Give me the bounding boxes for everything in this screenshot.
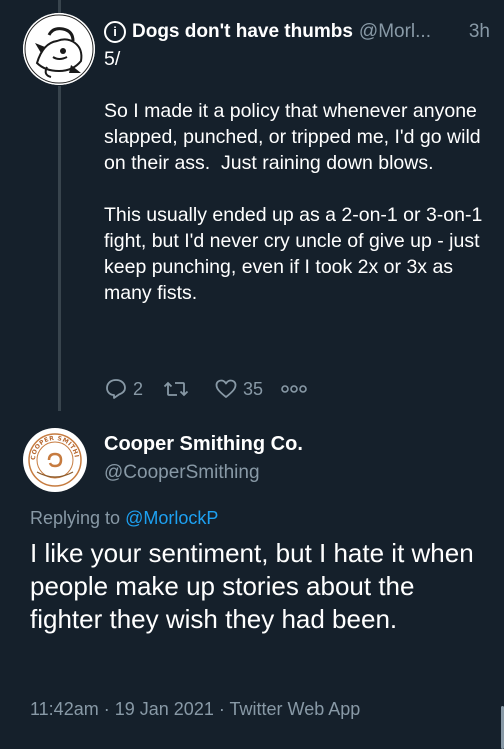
separator: · <box>218 699 225 719</box>
tweet-timestamp[interactable]: 11:42am <box>30 699 99 719</box>
reply-author-name[interactable]: Cooper Smithing Co. <box>104 433 303 456</box>
reply-text: I like your sentiment, but I hate it whe… <box>30 538 474 634</box>
retweet-button[interactable] <box>163 377 194 401</box>
replying-prefix: Replying to <box>30 508 121 528</box>
author-handle[interactable]: @Morl... <box>359 20 431 44</box>
like-button[interactable]: 35 <box>214 377 263 401</box>
more-icon <box>281 385 307 393</box>
tweet-source[interactable]: Twitter Web App <box>230 699 361 719</box>
retweet-icon <box>163 381 189 397</box>
reply-icon <box>106 379 126 399</box>
thread-line <box>58 0 61 14</box>
replying-to: Replying to @MorlockP <box>30 508 218 529</box>
reply-count: 2 <box>133 378 144 399</box>
avatar-dog-illustration <box>23 13 95 85</box>
thread-line <box>58 86 61 411</box>
tweet-text: 5/ So I made it a policy that whenever a… <box>104 48 483 304</box>
like-count: 35 <box>243 378 264 399</box>
reply-author-handle[interactable]: @CooperSmithing <box>104 462 260 484</box>
avatar[interactable]: COOPER SMITHING CO <box>23 428 87 492</box>
cooper-smithing-logo-icon: COOPER SMITHING CO <box>23 428 85 490</box>
avatar[interactable] <box>23 13 95 85</box>
separator: · <box>103 699 110 719</box>
heart-icon <box>215 379 237 398</box>
tweet-date[interactable]: 19 Jan 2021 <box>115 699 214 719</box>
mention-link[interactable]: @MorlockP <box>125 508 218 528</box>
tweet-metadata: 11:42am · 19 Jan 2021 · Twitter Web App <box>30 699 360 720</box>
tweet-time[interactable]: 3h <box>469 20 490 44</box>
info-icon: i <box>104 21 126 43</box>
reply-button[interactable]: 2 <box>104 377 143 401</box>
tweet-actions: 2 35 <box>104 376 307 402</box>
more-button[interactable] <box>281 384 307 394</box>
author-name[interactable]: Dogs don't have thumbs <box>132 20 353 44</box>
tweet-header: i Dogs don't have thumbs @Morl... 3h <box>104 20 490 44</box>
